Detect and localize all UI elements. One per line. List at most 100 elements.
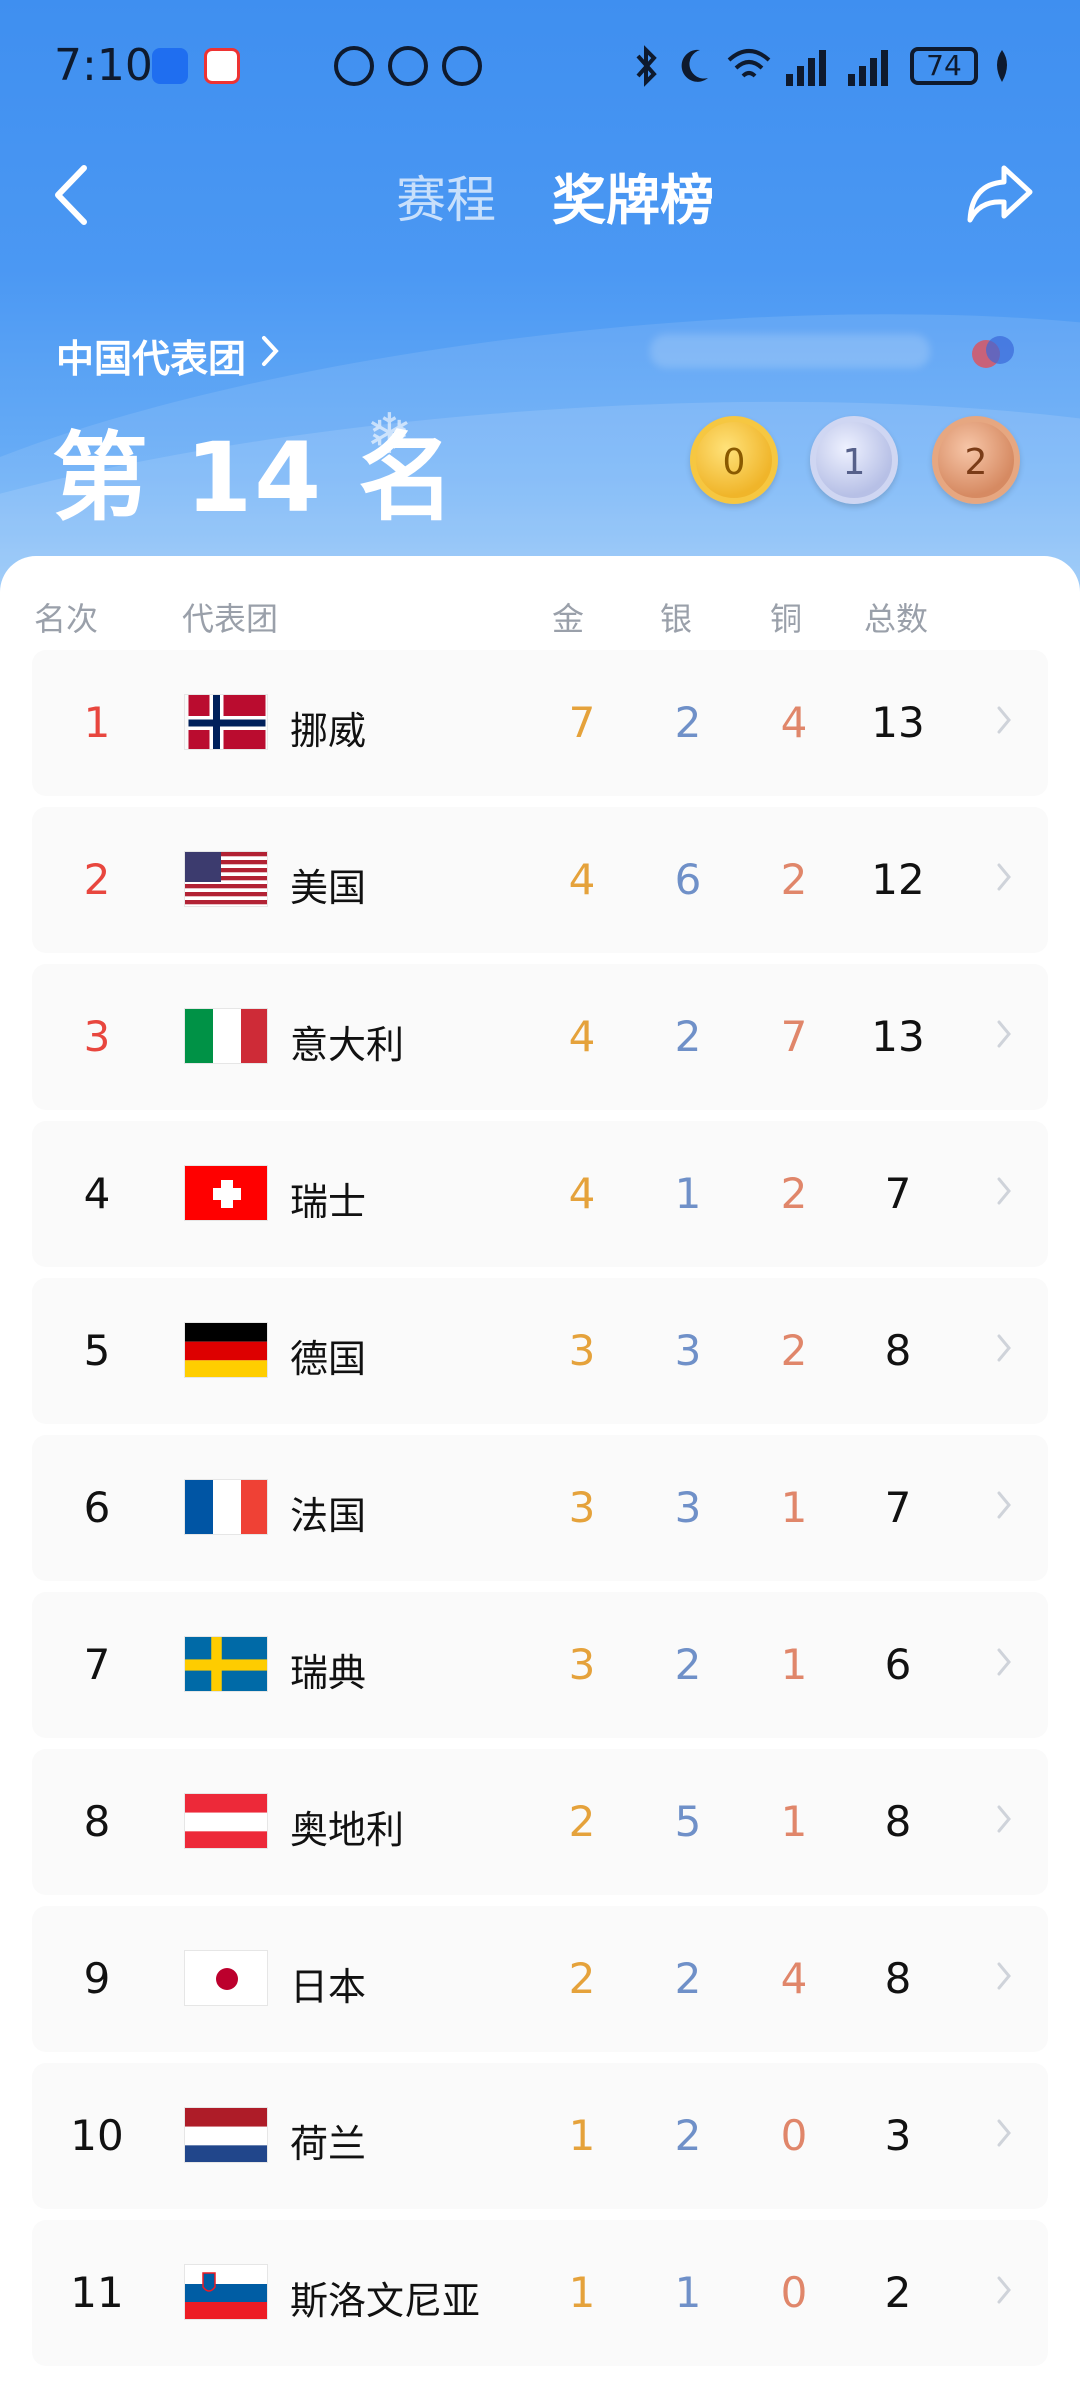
row-rank: 5 [83, 1326, 111, 1375]
row-total: 7 [884, 1483, 912, 1532]
gold-medal-count: 0 [690, 416, 778, 504]
flag-sweden-icon [184, 1636, 268, 1692]
row-gold: 2 [568, 1954, 596, 2003]
row-rank: 7 [83, 1640, 111, 1689]
row-silver: 2 [674, 698, 702, 747]
row-rank: 4 [83, 1169, 111, 1218]
back-chevron-left-icon[interactable] [44, 160, 104, 230]
row-gold: 1 [568, 2268, 596, 2317]
row-bronze: 0 [780, 2268, 808, 2317]
row-total: 13 [871, 1012, 925, 1061]
chevron-right-icon [997, 1491, 1011, 1519]
team-name-link[interactable]: 中国代表团 [56, 328, 246, 383]
chevron-right-icon [997, 1177, 1011, 1205]
row-total: 8 [884, 1326, 912, 1375]
flag-netherlands-icon [184, 2107, 268, 2163]
mascot-icon [972, 336, 1014, 368]
row-total: 6 [884, 1640, 912, 1689]
row-silver: 1 [674, 2268, 702, 2317]
chevron-right-icon [997, 1805, 1011, 1833]
chevron-right-icon[interactable] [258, 332, 282, 370]
header-team: 代表团 [182, 600, 279, 638]
row-total: 8 [884, 1797, 912, 1846]
status-icons [334, 44, 482, 88]
row-silver: 2 [674, 2111, 702, 2160]
silver-medal-count: 1 [810, 416, 898, 504]
header-total: 总数 [864, 600, 929, 638]
wifi-icon [727, 49, 771, 78]
row-gold: 7 [568, 698, 596, 747]
row-bronze: 4 [780, 698, 808, 747]
row-silver: 2 [674, 1954, 702, 2003]
row-gold: 1 [568, 2111, 596, 2160]
table-row[interactable]: 1 挪威 7 2 4 13 [32, 650, 1048, 796]
row-gold: 2 [568, 1797, 596, 1846]
row-gold: 4 [568, 855, 596, 904]
moon-icon [681, 49, 708, 82]
row-silver: 1 [674, 1169, 702, 1218]
table-row[interactable]: 9 日本 2 2 4 8 [32, 1906, 1048, 2052]
row-bronze: 2 [780, 1326, 808, 1375]
signal-icon [848, 46, 896, 86]
row-rank: 11 [70, 2268, 124, 2317]
row-bronze: 7 [780, 1012, 808, 1061]
snowflake-icon: ❄ [366, 402, 413, 467]
row-rank: 10 [70, 2111, 124, 2160]
table-row[interactable]: 10 荷兰 1 2 0 3 [32, 2063, 1048, 2209]
row-total: 13 [871, 698, 925, 747]
eye-icon [388, 46, 428, 86]
bluetooth-icon [636, 45, 657, 87]
row-silver: 3 [674, 1483, 702, 1532]
app-notification-icon [152, 48, 188, 84]
row-bronze: 4 [780, 1954, 808, 2003]
row-gold: 4 [568, 1012, 596, 1061]
row-rank: 6 [83, 1483, 111, 1532]
status-time: 7:10 [54, 40, 153, 91]
row-gold: 3 [568, 1483, 596, 1532]
status-icons-right: 74 [632, 44, 1012, 88]
table-row[interactable]: 6 法国 3 3 1 7 [32, 1435, 1048, 1581]
row-bronze: 2 [780, 855, 808, 904]
table-row[interactable]: 2 美国 4 6 2 12 [32, 807, 1048, 953]
row-silver: 3 [674, 1326, 702, 1375]
table-row[interactable]: 11 斯洛文尼亚 1 1 0 2 [32, 2220, 1048, 2366]
row-rank: 3 [83, 1012, 111, 1061]
flag-austria-icon [184, 1793, 268, 1849]
flag-japan-icon [184, 1950, 268, 2006]
row-bronze: 1 [780, 1483, 808, 1532]
flag-france-icon [184, 1479, 268, 1535]
table-row[interactable]: 5 德国 3 3 2 8 [32, 1278, 1048, 1424]
table-row[interactable]: 4 瑞士 4 1 2 7 [32, 1121, 1048, 1267]
table-row[interactable]: 7 瑞典 3 2 1 6 [32, 1592, 1048, 1738]
data-saver-icon [334, 46, 374, 86]
flag-germany-icon [184, 1322, 268, 1378]
flag-switzerland-icon [184, 1165, 268, 1221]
alarm-icon [442, 46, 482, 86]
row-bronze: 0 [780, 2111, 808, 2160]
share-icon[interactable] [964, 158, 1036, 228]
row-silver: 5 [674, 1797, 702, 1846]
header-silver: 银 [660, 600, 693, 638]
row-total: 12 [871, 855, 925, 904]
row-total: 8 [884, 1954, 912, 2003]
bronze-medal-count: 2 [932, 416, 1020, 504]
flag-usa-icon [184, 851, 268, 907]
header-bronze: 铜 [770, 600, 803, 638]
row-total: 2 [884, 2268, 912, 2317]
row-rank: 9 [83, 1954, 111, 2003]
header-gold: 金 [552, 600, 585, 638]
status-bar: 7:10 74 [0, 0, 1080, 130]
chevron-right-icon [997, 1962, 1011, 1990]
row-total: 3 [884, 2111, 912, 2160]
leaf-icon [997, 50, 1007, 82]
table-row[interactable]: 3 意大利 4 2 7 13 [32, 964, 1048, 1110]
table-row[interactable]: 8 奥地利 2 5 1 8 [32, 1749, 1048, 1895]
chevron-right-icon [997, 706, 1011, 734]
chevron-right-icon [997, 2276, 1011, 2304]
flag-slovenia-icon [184, 2264, 268, 2320]
tab-medal-table[interactable]: 奖牌榜 [552, 156, 714, 235]
header-rank: 名次 [34, 600, 99, 638]
app-notification-icon [204, 48, 240, 84]
battery-icon: 74 [910, 47, 978, 85]
tab-schedule[interactable]: 赛程 [396, 160, 496, 232]
